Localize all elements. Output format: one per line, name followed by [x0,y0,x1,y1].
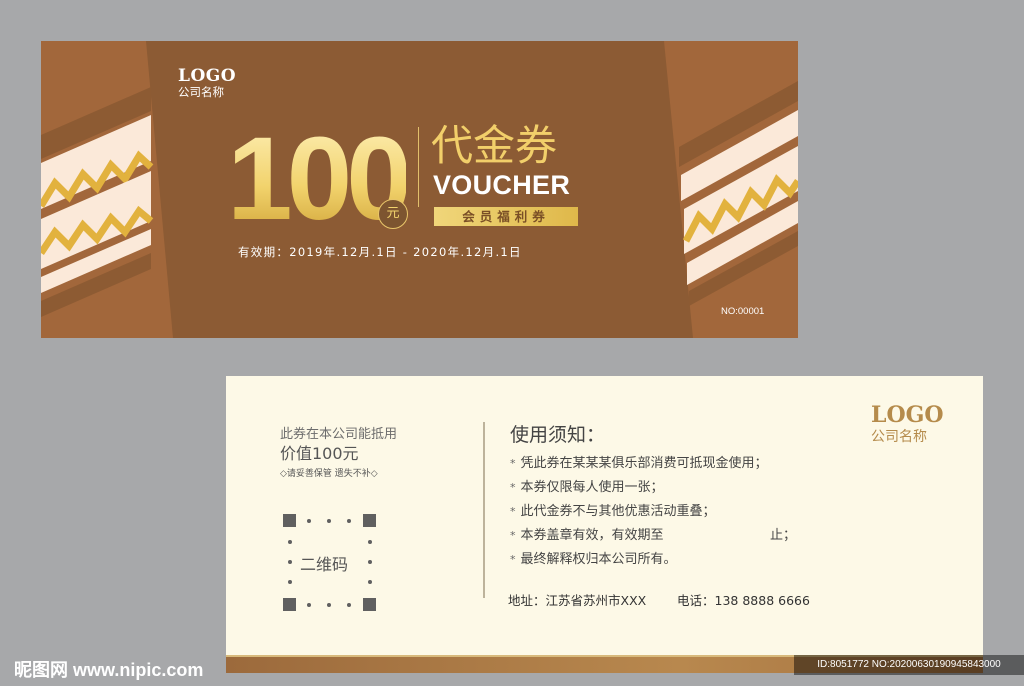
qr-dot [347,603,351,607]
logo-text: LOGO [871,402,944,428]
qr-corner [283,514,296,527]
qr-dot [347,519,351,523]
voucher-amount: 100 [227,109,412,249]
qr-dot [327,603,331,607]
company-name: 公司名称 [871,429,927,445]
voucher-front: LOGO 公司名称 100 元 代金券 VOUCHER 会员福利券 有效期：20… [41,41,798,338]
notice-text: 凭此券在某某某俱乐部消费可抵现金使用； [520,456,768,471]
qr-dot [307,603,311,607]
notice-text: 最终解释权归本公司所有。 [520,552,677,567]
member-tag: 会员福利券 [434,207,578,226]
qr-dot [288,580,292,584]
value-text: 价值100元 [280,444,359,463]
notice-text: 本券仅限每人使用一张； [520,480,664,495]
voucher-title-en: VOUCHER [433,170,571,200]
serial-number: NO:00001 [721,306,765,317]
qr-corner [283,598,296,611]
qr-dot [368,560,372,564]
notice-item: * 凭此券在某某某俱乐部消费可抵现金使用； [510,456,768,471]
qr-corner [363,598,376,611]
notice-end: 止； [770,528,797,543]
vertical-divider [483,422,485,598]
qr-dot [307,519,311,523]
front-decoration [41,41,798,338]
voucher-title-cn: 代金券 [431,121,558,170]
notice-text: 此代金券不与其他优惠活动重叠； [520,504,716,519]
front-logo: LOGO 公司名称 [178,66,236,100]
validity-period: 有效期：2019年.12月.1日 - 2020年.12月.1日 [238,245,522,259]
qr-dot [288,560,292,564]
currency-badge: 元 [378,199,408,229]
qr-code-placeholder: 二维码 [283,514,376,611]
company-name: 公司名称 [178,85,224,99]
notice-item: * 本券盖章有效，有效期至 [510,528,664,543]
logo-text: LOGO [178,66,237,86]
notice-item: * 本券仅限每人使用一张； [510,480,664,495]
back-logo: LOGO 公司名称 [871,402,944,446]
right-stripes [679,81,798,306]
notice-title: 使用须知： [510,424,606,446]
address: 地址：江苏省苏州市XXX [508,593,647,608]
qr-corner [363,514,376,527]
image-id-watermark: ID:8051772 NO:20200630190945843000 [794,655,1024,675]
notice-item: * 此代金券不与其他优惠活动重叠； [510,504,716,519]
title-divider [418,127,419,207]
site-watermark: 昵图网 www.nipic.com [14,660,204,680]
keep-note: ◇请妥善保管 遗失不补◇ [280,469,378,479]
notice-text: 本券盖章有效，有效期至 [520,528,664,543]
qr-dot [327,519,331,523]
qr-label: 二维码 [300,555,349,574]
left-stripes [41,87,154,317]
qr-dot [368,580,372,584]
qr-dot [368,540,372,544]
voucher-back: 此券在本公司能抵用 价值100元 ◇请妥善保管 遗失不补◇ 二维码 使用须知： … [226,376,983,673]
phone: 电话：138 8888 6666 [677,593,810,608]
qr-dot [288,540,292,544]
notice-item: * 最终解释权归本公司所有。 [510,552,677,567]
